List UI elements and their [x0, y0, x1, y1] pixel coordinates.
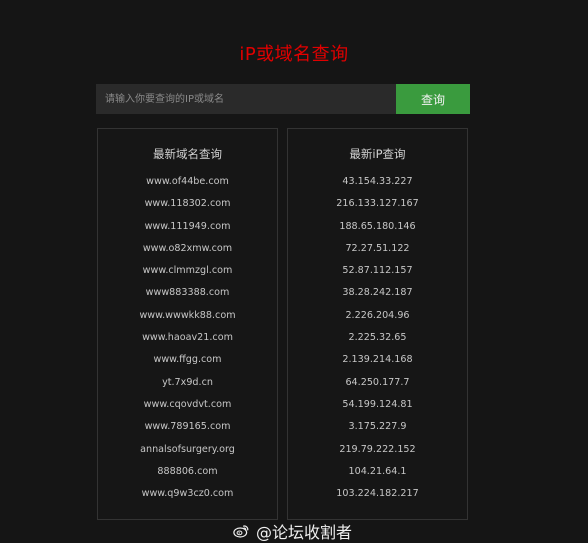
ip-item[interactable]: 52.87.112.157	[288, 260, 467, 282]
weibo-icon	[233, 525, 249, 538]
latest-domains-header: 最新域名查询	[153, 147, 222, 161]
ip-item[interactable]: 64.250.177.7	[288, 372, 467, 394]
ip-item[interactable]: 2.139.214.168	[288, 349, 467, 371]
domain-item[interactable]: www.of44be.com	[98, 171, 277, 193]
ip-item[interactable]: 188.65.180.146	[288, 216, 467, 238]
domain-item[interactable]: yt.7x9d.cn	[98, 372, 277, 394]
domain-item[interactable]: www.cqovdvt.com	[98, 394, 277, 416]
ip-item[interactable]: 103.224.182.217	[288, 483, 467, 505]
latest-ips-list: 43.154.33.227 216.133.127.167 188.65.180…	[288, 171, 467, 505]
domain-item[interactable]: www.clmmzgl.com	[98, 260, 277, 282]
domain-item[interactable]: www.111949.com	[98, 216, 277, 238]
ip-item[interactable]: 54.199.124.81	[288, 394, 467, 416]
domain-item[interactable]: www.ffgg.com	[98, 349, 277, 371]
ip-item[interactable]: 43.154.33.227	[288, 171, 467, 193]
ip-item[interactable]: 3.175.227.9	[288, 416, 467, 438]
ip-item[interactable]: 38.28.242.187	[288, 282, 467, 304]
latest-domains-panel: 最新域名查询 www.of44be.com www.118302.com www…	[97, 128, 278, 520]
domain-item[interactable]: 888806.com	[98, 461, 277, 483]
watermark-text: @论坛收割者	[256, 523, 353, 542]
page-title: iP或域名查询	[239, 44, 349, 65]
latest-domains-list: www.of44be.com www.118302.com www.111949…	[98, 171, 277, 505]
ip-item[interactable]: 2.225.32.65	[288, 327, 467, 349]
domain-item[interactable]: www.o82xmw.com	[98, 238, 277, 260]
ip-item[interactable]: 216.133.127.167	[288, 193, 467, 215]
domain-item[interactable]: www.haoav21.com	[98, 327, 277, 349]
search-bar: 查询	[96, 84, 470, 114]
domain-item[interactable]: annalsofsurgery.org	[98, 439, 277, 461]
ip-item[interactable]: 219.79.222.152	[288, 439, 467, 461]
ip-item[interactable]: 72.27.51.122	[288, 238, 467, 260]
domain-item[interactable]: www883388.com	[98, 282, 277, 304]
search-button[interactable]: 查询	[396, 84, 470, 114]
domain-item[interactable]: www.118302.com	[98, 193, 277, 215]
domain-item[interactable]: www.789165.com	[98, 416, 277, 438]
weibo-watermark: @论坛收割者	[232, 519, 352, 543]
search-input[interactable]	[96, 84, 396, 114]
ip-item[interactable]: 104.21.64.1	[288, 461, 467, 483]
latest-ips-header: 最新iP查询	[349, 147, 406, 161]
latest-ips-panel: 最新iP查询 43.154.33.227 216.133.127.167 188…	[287, 128, 468, 520]
domain-item[interactable]: www.q9w3cz0.com	[98, 483, 277, 505]
ip-item[interactable]: 2.226.204.96	[288, 305, 467, 327]
domain-item[interactable]: www.wwwkk88.com	[98, 305, 277, 327]
